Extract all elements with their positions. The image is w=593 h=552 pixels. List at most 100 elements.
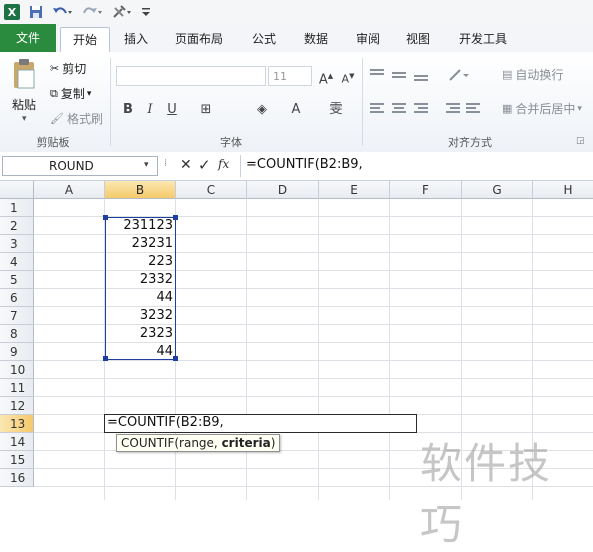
brush-icon: 🖌 (50, 112, 64, 125)
active-cell-editor[interactable]: =COUNTIF(B2:B9, (104, 414, 417, 433)
row-header-8[interactable]: 8 (0, 325, 34, 343)
paste-label: 粘贴 (12, 98, 37, 112)
column-header-b[interactable]: B (105, 181, 176, 199)
border-button[interactable]: ⊞ (196, 100, 216, 120)
row-header-11[interactable]: 11 (0, 379, 34, 397)
row-header-16[interactable]: 16 (0, 469, 34, 487)
tooltip-current-arg[interactable]: criteria (222, 436, 271, 450)
row-header-9[interactable]: 9 (0, 343, 34, 361)
row-header-14[interactable]: 14 (0, 433, 34, 451)
tab-view[interactable]: 视图 (394, 27, 442, 51)
row-header-10[interactable]: 10 (0, 361, 34, 379)
cut-label: 剪切 (62, 62, 87, 76)
row-header-12[interactable]: 12 (0, 397, 34, 415)
row-gridline (34, 396, 593, 397)
tab-insert[interactable]: 插入 (112, 27, 160, 51)
tab-review[interactable]: 审阅 (344, 27, 392, 51)
fill-color-button[interactable]: ◈ (252, 100, 272, 120)
merge-icon: ▦ (502, 102, 513, 115)
paste-button[interactable]: 粘贴 (12, 96, 36, 113)
save-icon[interactable] (28, 4, 44, 20)
row-header-6[interactable]: 6 (0, 289, 34, 307)
watermark: 软件技巧 (420, 439, 553, 549)
column-header-a[interactable]: A (34, 181, 105, 199)
row-header-1[interactable]: 1 (0, 199, 34, 217)
ribbon-tabs: 文件 开始 插入 页面布局 公式 数据 审阅 视图 开发工具 (0, 24, 593, 53)
menu-icon[interactable] (140, 4, 152, 20)
insert-function-icon[interactable]: fx (218, 157, 229, 171)
row-header-4[interactable]: 4 (0, 253, 34, 271)
scissors-icon: ✂ (50, 62, 60, 75)
formula-bar-grip-icon: ⁞ (164, 158, 168, 169)
tab-developer[interactable]: 开发工具 (450, 27, 516, 51)
italic-button[interactable]: I (140, 100, 160, 120)
column-header-e[interactable]: E (319, 181, 390, 199)
format-painter-label: 格式刷 (66, 112, 103, 126)
tab-home[interactable]: 开始 (60, 27, 110, 53)
formula-input[interactable]: =COUNTIF(B2:B9, (246, 157, 363, 172)
tooltip-function[interactable]: COUNTIF(range, (121, 436, 222, 450)
merge-label: 合并后居中 (515, 102, 576, 116)
tools-icon[interactable] (110, 4, 134, 20)
format-painter-button[interactable]: 🖌 格式刷 (50, 110, 103, 127)
dialog-launcher-icon[interactable]: ◲ (576, 136, 585, 146)
font-name-select[interactable] (116, 66, 266, 86)
group-divider (362, 58, 363, 146)
range-handle[interactable] (173, 215, 178, 220)
row-header-13[interactable]: 13 (0, 415, 34, 433)
column-gridline (318, 199, 319, 500)
shrink-font-label: A (341, 72, 350, 86)
paste-icon[interactable] (10, 58, 38, 92)
redo-icon[interactable] (80, 4, 104, 20)
column-header-f[interactable]: F (390, 181, 462, 199)
cancel-icon[interactable]: ✕ (180, 157, 192, 173)
tab-file[interactable]: 文件 (0, 24, 56, 52)
bold-button[interactable]: B (118, 100, 138, 120)
cut-button[interactable]: ✂ 剪切 (50, 60, 86, 77)
wrap-text-button[interactable]: ▤ 自动换行 (502, 66, 563, 83)
merge-center-button[interactable]: ▦ 合并后居中 ▾ (502, 100, 582, 117)
row-header-2[interactable]: 2 (0, 217, 34, 235)
phonetic-button[interactable]: 雯 (326, 100, 346, 120)
column-gridline (246, 199, 247, 500)
horizontal-align-icons[interactable] (370, 102, 480, 116)
range-handle[interactable] (103, 215, 108, 220)
grow-font-button[interactable]: A▲ (316, 66, 336, 87)
font-color-button[interactable]: A (286, 100, 306, 120)
alignment-group-label: 对齐方式 (448, 136, 492, 149)
clipboard-group-label: 剪贴板 (36, 136, 70, 149)
copy-icon: ⧉ (50, 86, 58, 100)
row-header-3[interactable]: 3 (0, 235, 34, 253)
tab-formulas[interactable]: 公式 (240, 27, 288, 51)
row-header-7[interactable]: 7 (0, 307, 34, 325)
formula-bar-divider (240, 155, 241, 177)
copy-button[interactable]: ⧉ 复制 ▾ (50, 85, 91, 102)
align-top-icons[interactable] (370, 68, 430, 82)
orientation-icon[interactable] (448, 68, 472, 82)
range-handle[interactable] (103, 356, 108, 361)
column-header-h[interactable]: H (533, 181, 593, 199)
font-size-select[interactable]: 11 (268, 66, 312, 86)
range-handle[interactable] (173, 356, 178, 361)
wrap-text-icon: ▤ (502, 68, 513, 81)
excel-icon[interactable]: X (4, 4, 20, 20)
column-header-g[interactable]: G (462, 181, 533, 199)
row-header-5[interactable]: 5 (0, 271, 34, 289)
shrink-font-button[interactable]: A▼ (338, 66, 358, 86)
column-header-c[interactable]: C (176, 181, 247, 199)
name-box[interactable]: ROUND (2, 156, 158, 176)
select-all-corner[interactable] (0, 181, 34, 199)
enter-icon[interactable]: ✓ (198, 156, 211, 174)
tooltip-close: ) (270, 436, 276, 450)
paste-dropdown-icon[interactable]: ▾ (22, 114, 27, 124)
tab-page-layout[interactable]: 页面布局 (166, 27, 232, 51)
row-header-15[interactable]: 15 (0, 451, 34, 469)
underline-button[interactable]: U (162, 100, 182, 120)
quick-access-toolbar: X (0, 0, 593, 25)
column-header-d[interactable]: D (247, 181, 319, 199)
tab-data[interactable]: 数据 (292, 27, 340, 51)
group-divider (110, 58, 111, 146)
copy-label: 复制 (60, 87, 85, 101)
undo-icon[interactable] (50, 4, 74, 20)
name-box-dropdown-icon[interactable]: ▾ (144, 160, 149, 170)
